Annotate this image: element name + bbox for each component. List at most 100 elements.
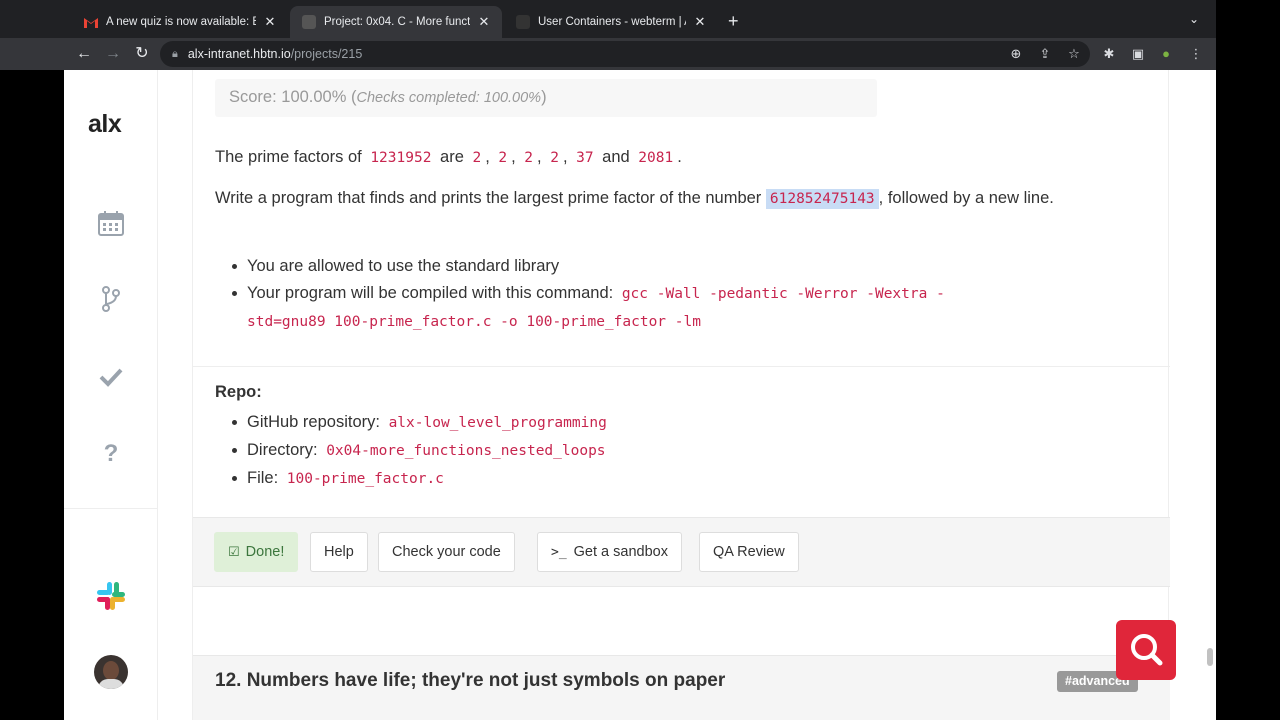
code-factor: 2: [472, 150, 482, 166]
prime-factors-paragraph: The prime factors of 1231952 are 2, 2, 2…: [215, 148, 682, 166]
calendar-icon[interactable]: [94, 206, 128, 240]
code-file: 100-prime_factor.c: [286, 471, 444, 487]
url-host: alx-intranet.hbtn.io: [187, 47, 291, 61]
slack-icon[interactable]: [94, 579, 128, 613]
check-icon[interactable]: [94, 360, 128, 394]
repo-list: GitHub repository: alx-low_level_program…: [232, 409, 1107, 493]
done-button[interactable]: ☑ Done!: [214, 532, 299, 572]
next-task-header[interactable]: 12. Numbers have life; they're not just …: [193, 655, 1170, 720]
new-tab-button[interactable]: +: [728, 11, 739, 32]
score-close: ): [541, 88, 547, 106]
zoom-icon[interactable]: ⊕: [1006, 44, 1026, 64]
tab-strip: A new quiz is now available: Ev ✕ Projec…: [0, 0, 1216, 40]
code-factor: 2: [524, 150, 534, 166]
text: Write a program that finds and prints th…: [215, 189, 762, 207]
url-path: /projects/215: [290, 47, 363, 61]
back-arrow-icon[interactable]: ←: [74, 44, 94, 64]
code-command: std=gnu89 100-prime_factor.c -o 100-prim…: [247, 314, 701, 330]
avatar-shirt: [98, 679, 124, 689]
qa-review-button[interactable]: QA Review: [699, 532, 799, 572]
tab-project[interactable]: Project: 0x04. C - More functio ✕: [290, 6, 502, 38]
browser-chrome: A new quiz is now available: Ev ✕ Projec…: [0, 0, 1216, 70]
text: Directory:: [247, 441, 318, 459]
divider: [193, 366, 1170, 367]
menu-icon[interactable]: ⋮: [1186, 44, 1206, 64]
task-description: Write a program that finds and prints th…: [215, 185, 1145, 213]
alx-icon: [302, 15, 316, 29]
webterm-icon: [516, 15, 530, 29]
code-number: 1231952: [370, 150, 432, 166]
sandbox-button[interactable]: >_ Get a sandbox: [537, 532, 682, 572]
button-label: Get a sandbox: [573, 544, 668, 560]
code-target-number: 612852475143: [765, 189, 879, 209]
code-factor: 37: [576, 150, 594, 166]
next-task-title: 12. Numbers have life; they're not just …: [215, 670, 726, 691]
avatar[interactable]: [94, 655, 128, 689]
profile-icon[interactable]: ●: [1156, 44, 1176, 64]
star-icon[interactable]: ☆: [1064, 44, 1084, 64]
page: alx ? Score: 100.00% (Checks completed: …: [64, 70, 1216, 720]
code-directory: 0x04-more_functions_nested_loops: [326, 443, 606, 459]
score-label: Score: 100.00% (: [229, 88, 357, 106]
code-factor: 2081: [638, 150, 674, 166]
close-icon[interactable]: ✕: [262, 14, 278, 30]
avatar-face: [103, 661, 119, 680]
list-item: File: 100-prime_factor.c: [232, 465, 1107, 493]
tab-webterm[interactable]: User Containers - webterm | A ✕: [504, 6, 718, 38]
tab-title: User Containers - webterm | A: [538, 16, 686, 28]
task-actions: ☑ Done! Help Check your code >_ Get a sa…: [193, 517, 1170, 587]
sidebar: alx ?: [64, 70, 158, 720]
alx-logo[interactable]: alx: [88, 110, 122, 139]
score-checks: Checks completed: 100.00%: [356, 90, 542, 106]
list-item: Directory: 0x04-more_functions_nested_lo…: [232, 437, 1107, 465]
text: The prime factors of: [215, 148, 362, 166]
text: File:: [247, 469, 279, 487]
scrollbar-thumb[interactable]: [1207, 648, 1213, 666]
text: and: [602, 148, 630, 166]
text: are: [440, 148, 464, 166]
terminal-icon: >_: [551, 544, 567, 560]
browser-toolbar: ← → ↻ 🔒︎ alx-intranet.hbtn.io/projects/2…: [0, 38, 1216, 70]
code-command: gcc -Wall -pedantic -Werror -Wextra -: [621, 286, 945, 302]
button-label: Help: [324, 544, 354, 560]
search-button[interactable]: [1116, 620, 1176, 680]
address-bar[interactable]: 🔒︎ alx-intranet.hbtn.io/projects/215: [160, 41, 1090, 67]
help-icon[interactable]: ?: [94, 437, 128, 471]
text: GitHub repository:: [247, 413, 380, 431]
sidepanel-icon[interactable]: ▣: [1128, 44, 1148, 64]
list-item: Your program will be compiled with this …: [232, 280, 1107, 336]
search-icon: [1131, 634, 1163, 666]
button-label: Check your code: [392, 544, 501, 560]
list-item: GitHub repository: alx-low_level_program…: [232, 409, 1107, 437]
check-code-button[interactable]: Check your code: [378, 532, 515, 572]
tab-title: A new quiz is now available: Ev: [106, 16, 256, 28]
text: , followed by a: [878, 189, 985, 207]
code-repo: alx-low_level_programming: [388, 415, 607, 431]
sidebar-divider: [64, 508, 158, 509]
share-icon[interactable]: ⇪: [1035, 44, 1055, 64]
text: You are allowed to use the standard libr…: [247, 257, 560, 275]
lock-icon: 🔒︎: [172, 47, 178, 60]
score-box: Score: 100.00% (Checks completed: 100.00…: [215, 79, 877, 117]
text: new line.: [988, 189, 1054, 207]
close-icon[interactable]: ✕: [692, 14, 708, 30]
help-button[interactable]: Help: [310, 532, 368, 572]
button-label: Done!: [245, 544, 285, 560]
repo-title: Repo:: [215, 383, 262, 401]
tab-gmail[interactable]: A new quiz is now available: Ev ✕: [72, 6, 288, 38]
requirements-list: You are allowed to use the standard libr…: [232, 253, 1107, 336]
gmail-icon: [84, 15, 98, 29]
extensions-icon[interactable]: ✱: [1099, 44, 1119, 64]
text: Your program will be compiled with this …: [247, 284, 614, 302]
task-content: Score: 100.00% (Checks completed: 100.00…: [192, 70, 1170, 720]
list-item: You are allowed to use the standard libr…: [232, 253, 1107, 280]
code-factor: 2: [498, 150, 508, 166]
code-factor: 2: [550, 150, 559, 166]
branch-icon[interactable]: [94, 282, 128, 316]
chevron-down-icon[interactable]: ⌄: [1189, 12, 1199, 26]
button-label: QA Review: [713, 544, 785, 560]
close-icon[interactable]: ✕: [476, 14, 492, 30]
forward-arrow-icon[interactable]: →: [103, 44, 123, 64]
reload-icon[interactable]: ↻: [132, 44, 152, 64]
tab-title: Project: 0x04. C - More functio: [324, 16, 470, 28]
